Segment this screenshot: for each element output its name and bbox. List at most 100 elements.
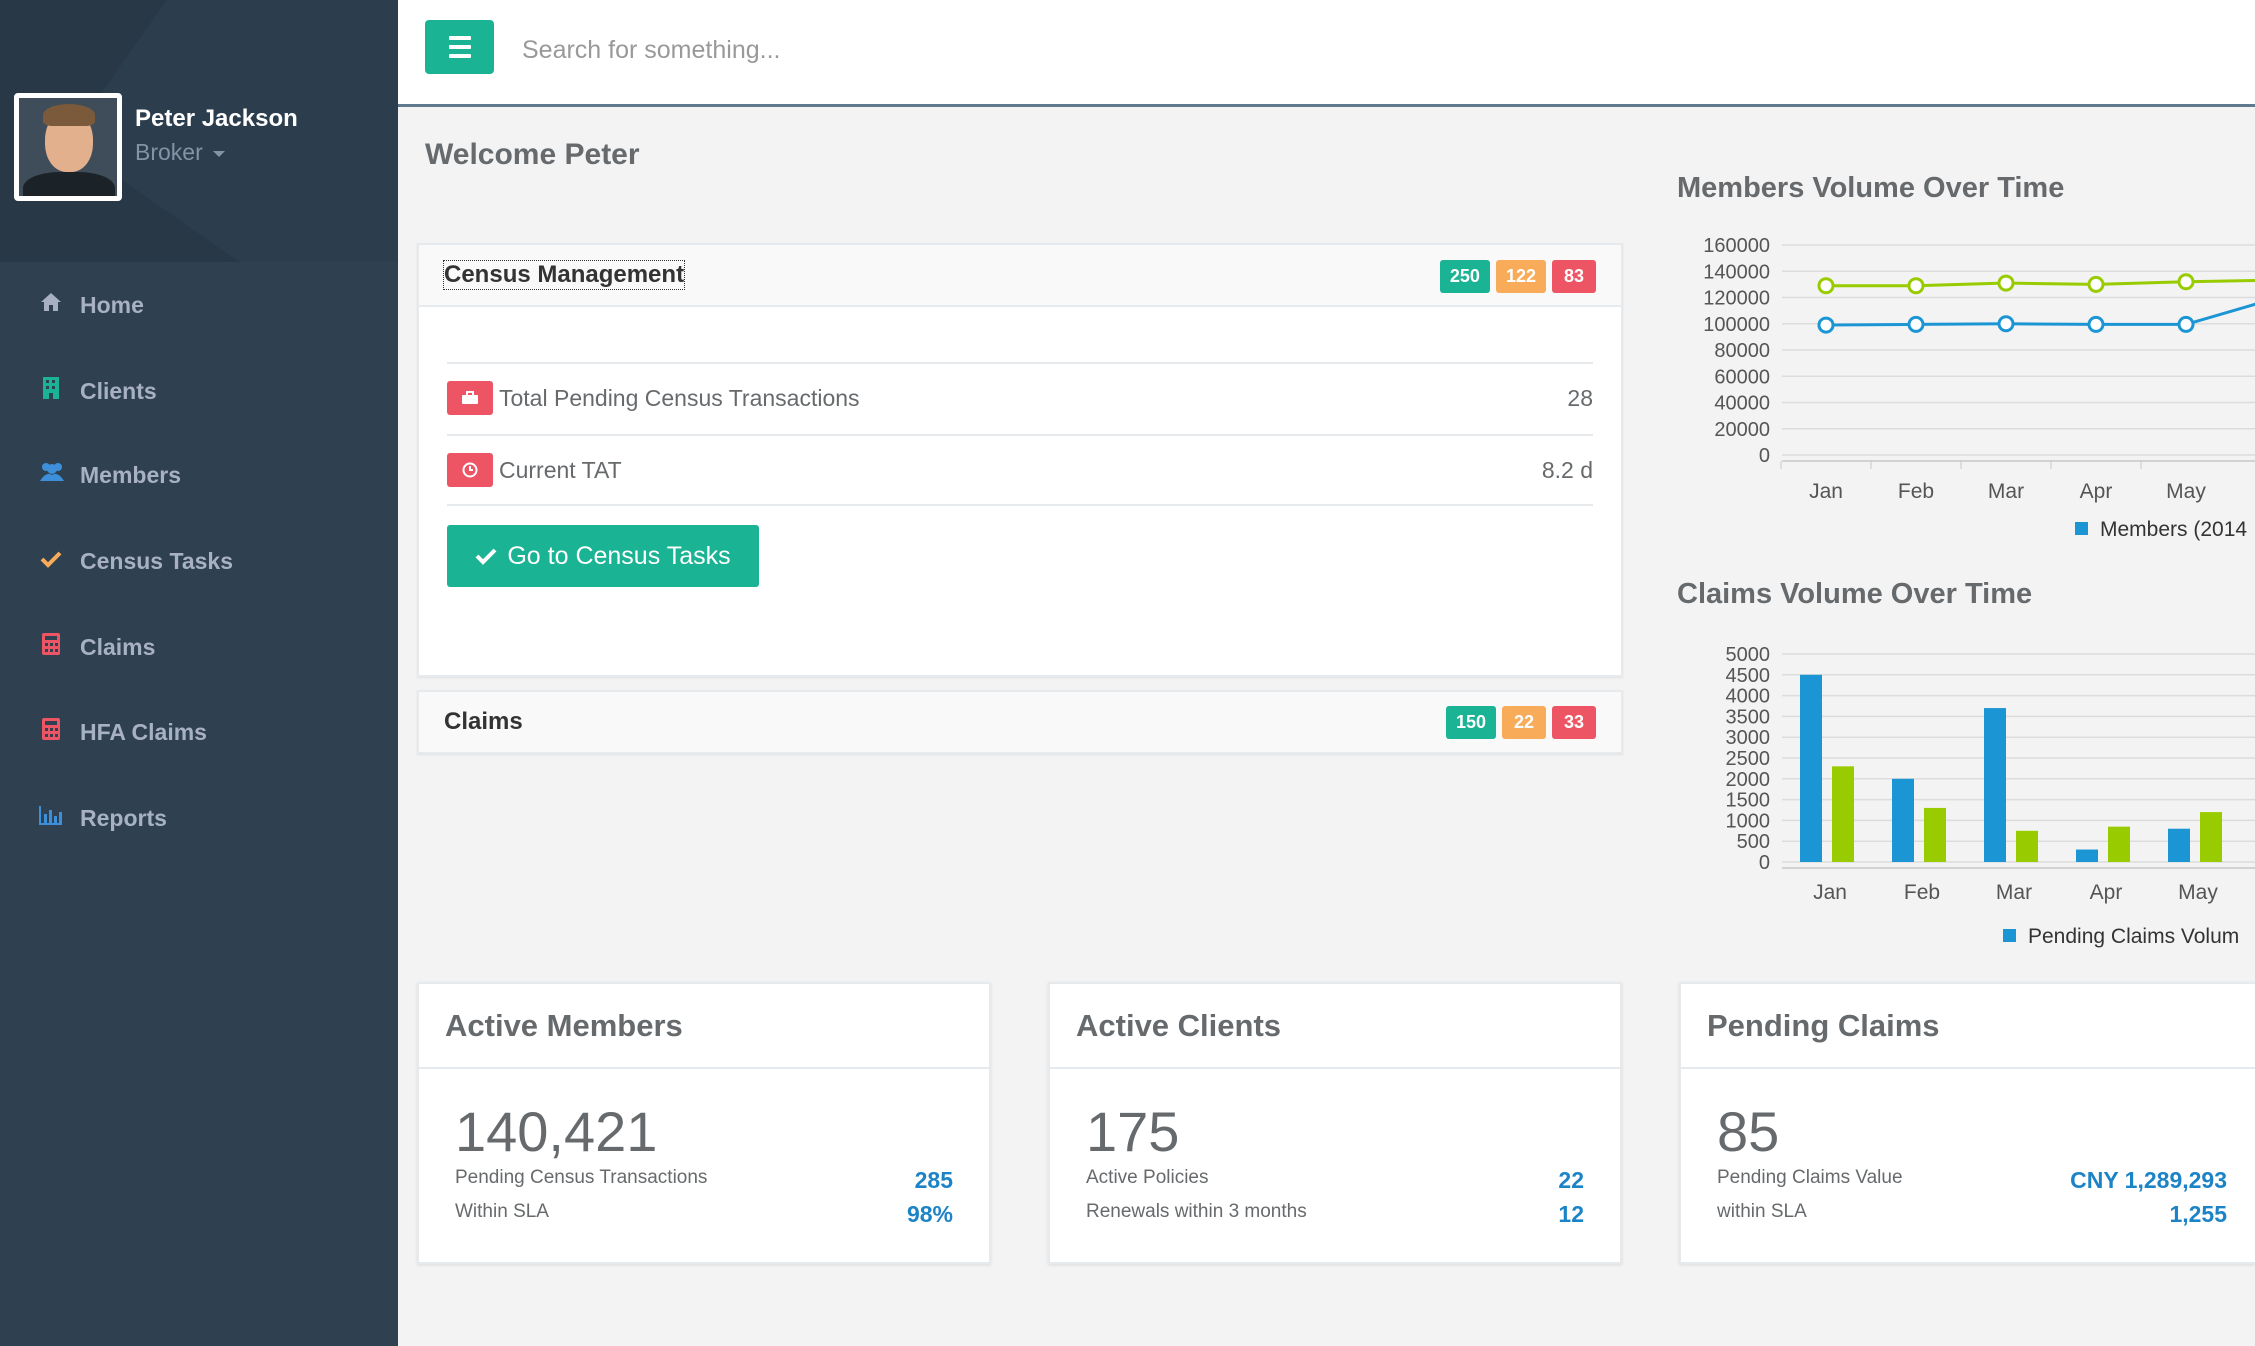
stat-line: Renewals within 3 months 12 [1086, 1201, 1584, 1228]
briefcase-icon [447, 381, 493, 415]
x-tick-label: Mar [1988, 480, 2024, 503]
check-icon [475, 548, 497, 565]
y-tick-label: 3500 [1726, 706, 1771, 728]
x-tick-label: Apr [2080, 480, 2113, 503]
sidebar-item-clients[interactable]: Clients [0, 361, 398, 421]
status-badge-green: 250 [1439, 260, 1490, 293]
x-tick-label: Feb [1904, 881, 1940, 904]
stat-line-value: 22 [1558, 1167, 1584, 1193]
stat-line-value: 1,255 [2169, 1201, 2227, 1227]
stat-title: Active Members [419, 984, 989, 1069]
bar [1832, 766, 1854, 862]
y-tick-label: 3000 [1726, 727, 1771, 749]
data-point [1907, 277, 1925, 295]
bar [2200, 812, 2222, 862]
y-tick-label: 120000 [1703, 288, 1770, 310]
sidebar-item-home[interactable]: Home [0, 275, 398, 335]
claims-panel: Claims 150 22 33 [417, 690, 1623, 754]
sidebar-item-claims[interactable]: Claims [0, 617, 398, 677]
button-label: Go to Census Tasks [507, 541, 731, 570]
y-tick-label: 1500 [1726, 790, 1771, 812]
legend-label: Members (2014 [2100, 518, 2247, 541]
sidebar-item-census-tasks[interactable]: Census Tasks [0, 531, 398, 591]
stat-value: 85 [1717, 1100, 1780, 1163]
chart-title: Members Volume Over Time [1677, 172, 2065, 204]
sidebar-item-reports[interactable]: Reports [0, 788, 398, 848]
caret-down-icon [212, 150, 225, 157]
clients-icon [38, 376, 64, 406]
badge-group: 150 22 33 [1445, 706, 1596, 739]
panel-title[interactable]: Census Management [442, 260, 686, 290]
census-management-panel: Census Management 250 122 83 Total Pendi… [417, 243, 1623, 677]
members-line-chart: 0 20000 40000 60000 80000 100000 120000 140000 1… [1703, 235, 2255, 541]
stat-line: within SLA 1,255 [1717, 1201, 2227, 1228]
x-tick-label: Jan [1809, 480, 1843, 503]
avatar[interactable] [14, 93, 122, 201]
chart-title: Claims Volume Over Time [1677, 578, 2033, 610]
bar [2108, 826, 2130, 862]
sidebar-item-label: Reports [80, 804, 167, 831]
panel-header[interactable]: Census Management 250 122 83 [419, 245, 1621, 307]
stat-line: Active Policies 22 [1086, 1167, 1584, 1194]
calculator-icon [38, 717, 64, 747]
panel-title: Claims [444, 708, 523, 735]
row-label: Current TAT [499, 456, 622, 483]
search-input[interactable] [522, 28, 1222, 72]
go-to-census-tasks-button[interactable]: Go to Census Tasks [447, 525, 759, 587]
stat-line-value: 12 [1558, 1201, 1584, 1227]
stat-line-label: Within SLA [455, 1201, 549, 1222]
y-tick-label: 160000 [1703, 235, 1770, 257]
panel-header[interactable]: Claims 150 22 33 [419, 692, 1621, 752]
sidebar-item-hfa-claims[interactable]: HFA Claims [0, 702, 398, 762]
x-tick-label: Apr [2090, 881, 2123, 904]
data-point [1997, 315, 2015, 333]
y-tick-label: 4000 [1726, 686, 1771, 708]
x-tick-label: Feb [1898, 480, 1934, 503]
check-icon [38, 548, 64, 574]
menu-toggle-button[interactable] [425, 20, 494, 74]
y-tick-label: 140000 [1703, 261, 1770, 283]
x-tick-label: May [2166, 480, 2206, 503]
bar [1984, 708, 2006, 862]
data-point [2177, 315, 2195, 333]
y-tick-label: 0 [1759, 852, 1770, 874]
sidebar-item-label: Clients [80, 377, 157, 404]
stat-value: 140,421 [455, 1100, 658, 1163]
sidebar-item-members[interactable]: Members [0, 445, 398, 505]
stat-title: Active Clients [1050, 984, 1620, 1069]
row-value: 28 [1567, 384, 1593, 411]
y-tick-label: 1000 [1726, 810, 1771, 832]
status-badge-red: 33 [1552, 706, 1596, 739]
data-point [2087, 315, 2105, 333]
y-tick-label: 2000 [1726, 769, 1771, 791]
bar [2016, 830, 2038, 862]
page-title: Welcome Peter [425, 138, 640, 171]
stat-line: Pending Claims Value CNY 1,289,293 [1717, 1167, 2227, 1194]
row-value: 8.2 d [1541, 456, 1593, 483]
stat-line: Within SLA 98% [455, 1201, 953, 1228]
calculator-icon [38, 632, 64, 662]
data-point [1907, 315, 1925, 333]
y-tick-label: 100000 [1703, 314, 1770, 336]
data-point [1817, 277, 1835, 295]
stat-card-active-clients: Active Clients 175 Active Policies 22 Re… [1048, 982, 1622, 1264]
data-point [1817, 316, 1835, 334]
x-tick-label: May [2178, 881, 2218, 904]
list-item: Total Pending Census Transactions 28 [447, 362, 1593, 432]
status-badge-red: 83 [1552, 260, 1596, 293]
profile-name: Peter Jackson [135, 105, 298, 132]
stat-line-label: Pending Census Transactions [455, 1167, 708, 1188]
home-icon [38, 292, 64, 318]
profile-role-dropdown[interactable]: Broker [135, 139, 225, 166]
bar [1892, 778, 1914, 862]
y-tick-label: 40000 [1714, 393, 1770, 415]
stat-line-label: Renewals within 3 months [1086, 1201, 1307, 1222]
data-point [2087, 275, 2105, 293]
sidebar-item-label: Home [80, 291, 144, 318]
status-badge-green: 150 [1445, 706, 1496, 739]
bar [1924, 807, 1946, 862]
stat-card-pending-claims: Pending Claims 85 Pending Claims Value C… [1679, 982, 2255, 1264]
list-item: Current TAT 8.2 d [447, 434, 1593, 504]
clock-icon [447, 453, 493, 487]
badge-group: 250 122 83 [1439, 260, 1596, 293]
